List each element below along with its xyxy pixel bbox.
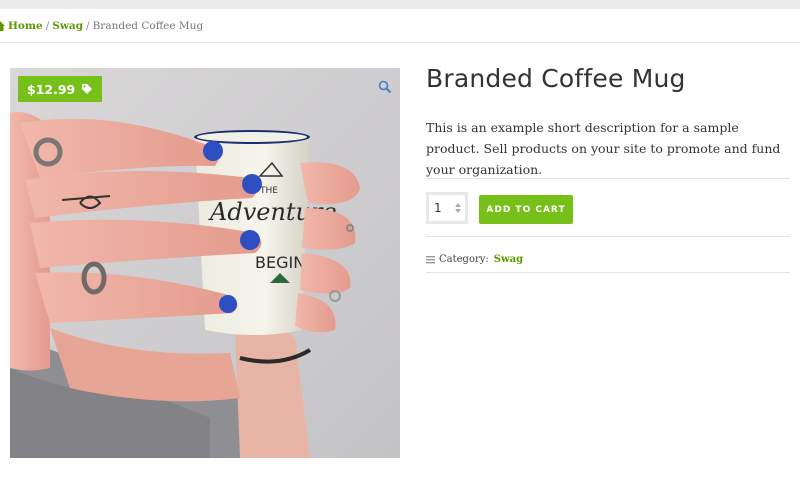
home-icon xyxy=(0,20,6,32)
cart-divider xyxy=(426,236,790,237)
breadcrumb-current: Branded Coffee Mug xyxy=(92,20,204,32)
breadcrumb-separator: / xyxy=(86,20,90,32)
tag-icon xyxy=(82,84,93,94)
header-divider xyxy=(0,42,800,43)
category-label: Category: xyxy=(439,254,489,265)
folder-icon xyxy=(426,256,435,264)
breadcrumb-swag-link[interactable]: Swag xyxy=(52,20,83,32)
add-to-cart-button[interactable]: ADD TO CART xyxy=(479,195,573,224)
breadcrumb-separator: / xyxy=(45,20,50,32)
quantity-value: 1 xyxy=(434,201,442,215)
price: $12.99 xyxy=(27,81,76,97)
category-link[interactable]: Swag xyxy=(494,254,523,265)
breadcrumb-home-link[interactable]: Home xyxy=(8,20,43,32)
product-photo: THE Adventure BEGINS xyxy=(10,68,400,458)
breadcrumb: Home / Swag / Branded Coffee Mug xyxy=(0,17,203,35)
top-bar xyxy=(0,0,800,9)
product-title: Branded Coffee Mug xyxy=(426,64,686,93)
summary-divider xyxy=(426,178,790,179)
product-short-description: This is an example short description for… xyxy=(426,120,781,177)
meta-divider xyxy=(426,272,790,273)
product-image[interactable]: THE Adventure BEGINS $12.99 xyxy=(10,68,400,458)
stepper-icon[interactable] xyxy=(455,202,461,214)
product-meta: Category: Swag xyxy=(426,254,523,265)
quantity-stepper[interactable]: 1 xyxy=(426,192,468,224)
price-badge: $12.99 xyxy=(18,76,103,102)
mug-text-the: THE xyxy=(259,186,278,196)
magnifier-icon[interactable] xyxy=(378,80,392,94)
